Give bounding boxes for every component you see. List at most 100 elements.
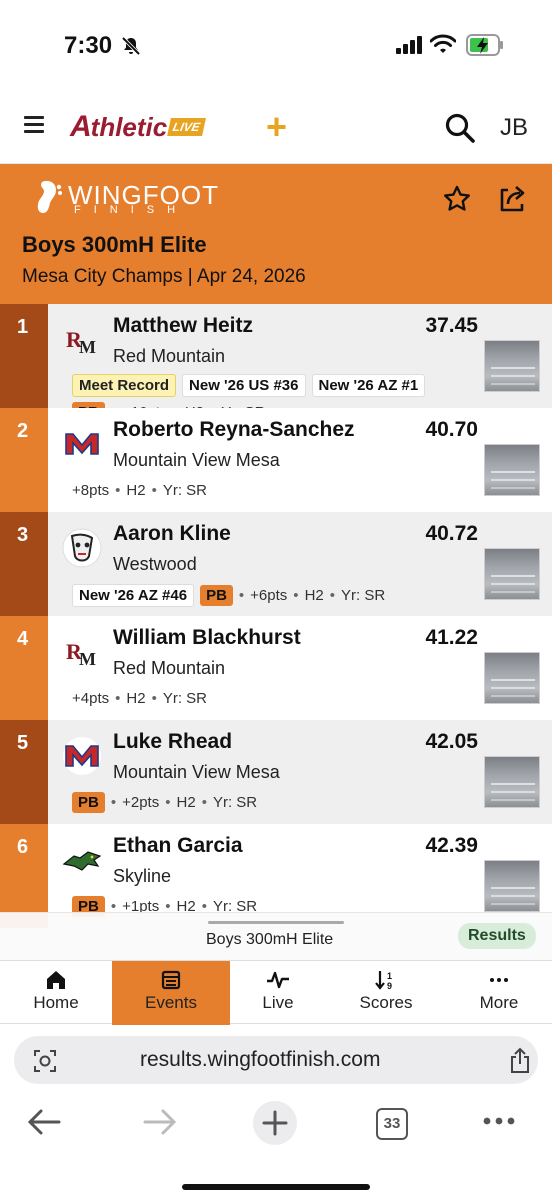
result-meta: PB • +2pts • H2 • Yr: SR	[72, 792, 257, 813]
home-icon	[47, 971, 65, 989]
results-button[interactable]: Results	[458, 923, 536, 949]
race-photo-thumbnail[interactable]	[484, 860, 540, 912]
athlete-name[interactable]: William Blackhurst	[113, 626, 301, 650]
team-name: Westwood	[113, 554, 197, 574]
status-bar: 7:30	[0, 0, 552, 90]
athlete-name[interactable]: Ethan Garcia	[113, 834, 243, 858]
skyline-coyote-logo-icon	[62, 851, 102, 871]
result-meta: +8pts • H2 • Yr: SR	[72, 482, 207, 499]
forward-arrow-icon[interactable]	[142, 1106, 178, 1138]
points: +8pts	[72, 482, 110, 499]
new-tab-plus-icon[interactable]	[252, 1100, 298, 1146]
result-row[interactable]: 5 Luke Rhead Mountain View Mesa 42.05 PB…	[0, 720, 552, 824]
year: Yr: SR	[212, 794, 258, 811]
race-photo-thumbnail[interactable]	[484, 548, 540, 600]
separator: •	[115, 690, 121, 707]
result-mark: 42.39	[425, 834, 478, 857]
race-photo-thumbnail[interactable]	[484, 444, 540, 496]
result-row[interactable]: 4 R M William Blackhurst Red Mountain 41…	[0, 616, 552, 720]
svg-text:9: 9	[387, 981, 392, 991]
separator: •	[329, 587, 336, 604]
athletic-live-logo[interactable]: A thletic LIVE	[70, 110, 206, 144]
team-name: Mountain View Mesa	[113, 450, 280, 470]
home-indicator	[182, 1184, 370, 1190]
result-row[interactable]: 2 Roberto Reyna-Sanchez Mountain View Me…	[0, 408, 552, 512]
nav-events[interactable]: Events	[112, 961, 230, 1025]
points: +6pts	[250, 587, 288, 604]
result-mark: 41.22	[425, 626, 478, 649]
calendar-list-icon	[161, 970, 181, 990]
hamburger-menu-icon[interactable]	[24, 116, 44, 134]
athlete-name[interactable]: Luke Rhead	[113, 730, 232, 754]
share-icon[interactable]	[508, 1047, 532, 1075]
separator: •	[110, 794, 117, 811]
logo-text: thletic	[90, 111, 168, 142]
red-mountain-logo-icon: R M	[66, 639, 96, 669]
place: 1	[17, 316, 29, 338]
athlete-name[interactable]: Roberto Reyna-Sanchez	[113, 418, 355, 442]
race-photo-thumbnail[interactable]	[484, 652, 540, 704]
ranking-badge: New '26 AZ #1	[311, 374, 426, 397]
url-text[interactable]: results.wingfootfinish.com	[140, 1048, 380, 1072]
pb-badge: PB	[72, 792, 105, 813]
place-column: 3	[0, 512, 48, 616]
pulse-icon	[267, 971, 289, 989]
svg-text:M: M	[79, 649, 96, 669]
place-column: 4	[0, 616, 48, 720]
now-viewing-bar[interactable]: Boys 300mH Elite Results	[0, 912, 552, 960]
mini-bar-title: Boys 300mH Elite	[206, 931, 334, 948]
athlete-name[interactable]: Matthew Heitz	[113, 314, 253, 338]
bell-muted-icon	[121, 36, 141, 56]
heat: H2	[126, 690, 146, 707]
page-tools-icon[interactable]	[32, 1048, 58, 1074]
brand-sub: FINISH	[74, 204, 189, 216]
result-row[interactable]: 3 Aaron Kline Westwood 40.72 New '26 AZ …	[0, 512, 552, 616]
app-header: A thletic LIVE + JB	[0, 90, 552, 164]
share-icon[interactable]	[496, 182, 528, 214]
heat: H2	[176, 794, 196, 811]
ranking-badge: New '26 AZ #46	[72, 584, 195, 607]
result-mark: 40.70	[425, 418, 478, 441]
athlete-name[interactable]: Aaron Kline	[113, 522, 231, 546]
points: +2pts	[122, 794, 160, 811]
points: +4pts	[72, 690, 110, 707]
signal-icon	[396, 36, 422, 54]
favorite-star-icon[interactable]	[442, 184, 472, 214]
nav-label: Scores	[359, 993, 413, 1012]
search-icon[interactable]	[444, 112, 476, 144]
event-subtitle: Mesa City Champs | Apr 24, 2026	[22, 266, 306, 287]
tab-count-button[interactable]: 33	[376, 1108, 408, 1140]
place: 6	[17, 836, 29, 858]
separator: •	[238, 587, 245, 604]
bottom-nav: Home Events Live 1 9 Scores More	[0, 960, 552, 1025]
separator: •	[293, 587, 299, 604]
separator: •	[165, 794, 171, 811]
nav-scores[interactable]: 1 9 Scores	[326, 961, 446, 1025]
result-meta: +4pts • H2 • Yr: SR	[72, 690, 207, 707]
drag-handle[interactable]	[208, 921, 344, 924]
nav-home[interactable]: Home	[0, 961, 112, 1025]
race-photo-thumbnail[interactable]	[484, 340, 540, 392]
nav-live[interactable]: Live	[230, 961, 326, 1025]
result-mark: 40.72	[425, 522, 478, 545]
team-name: Skyline	[113, 866, 172, 886]
user-avatar[interactable]: JB	[500, 114, 528, 142]
back-arrow-icon[interactable]	[26, 1106, 62, 1138]
separator: •	[151, 690, 157, 707]
logo-live: LIVE	[167, 118, 206, 136]
result-meta: New '26 AZ #46 PB • +6pts • H2 • Yr: SR	[72, 584, 385, 607]
nav-more[interactable]: More	[446, 961, 552, 1025]
westwood-logo-icon	[62, 528, 102, 568]
browser-url-bar[interactable]: results.wingfootfinish.com	[14, 1036, 538, 1084]
red-mountain-logo-icon: R M	[66, 327, 96, 357]
team-name: Mountain View Mesa	[113, 762, 280, 782]
plus-icon[interactable]: +	[266, 109, 287, 145]
race-photo-thumbnail[interactable]	[484, 756, 540, 808]
more-options-icon[interactable]	[482, 1116, 516, 1126]
year: Yr: SR	[162, 482, 208, 499]
result-row[interactable]: 1 R M Matthew Heitz Red Mountain 37.45 M…	[0, 304, 552, 423]
battery-charging-icon	[466, 34, 503, 56]
place: 5	[17, 732, 29, 754]
nav-label: Events	[145, 993, 197, 1012]
status-time: 7:30	[64, 32, 113, 59]
